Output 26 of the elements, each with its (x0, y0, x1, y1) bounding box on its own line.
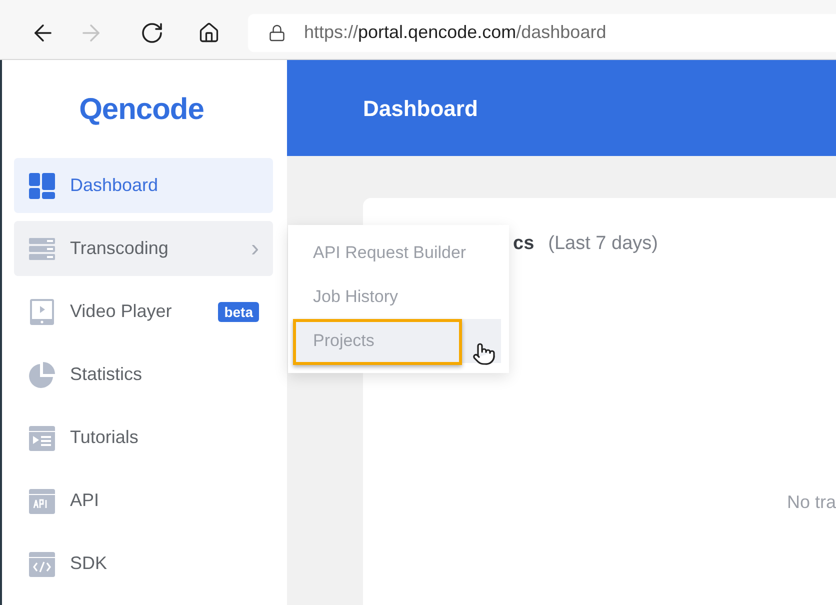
video-screen-icon (28, 298, 56, 326)
card-title: cs (513, 232, 534, 256)
reload-icon[interactable] (140, 20, 164, 44)
sidebar-item[interactable]: Video Player beta (14, 284, 273, 339)
card-subtitle: (Last 7 days) (548, 232, 658, 256)
video-list-icon (28, 424, 56, 452)
logo: Qencode (79, 92, 204, 128)
home-icon[interactable] (198, 22, 220, 44)
lock-icon (268, 24, 286, 42)
url-text: https://portal.qencode.com/dashboard (304, 21, 606, 44)
address-bar[interactable]: https://portal.qencode.com/dashboard (248, 14, 836, 52)
page-title: Dashboard (363, 94, 478, 122)
sidebar-item[interactable]: Transcoding › (14, 221, 273, 276)
sidebar-item[interactable]: Dashboard (14, 158, 273, 213)
chevron-icon: › (251, 236, 259, 260)
sidebar-item[interactable]: Statistics (14, 347, 273, 402)
empty-message: No tra (786, 490, 836, 514)
code-window-icon (28, 550, 56, 578)
hand-cursor-icon (472, 342, 496, 366)
api-window-icon (28, 486, 56, 514)
sidebar-item[interactable]: Tutorials (14, 410, 273, 465)
sidebar-item[interactable]: API (14, 473, 273, 528)
beta-badge: beta (218, 302, 259, 322)
sidebar-item[interactable]: SDK (14, 536, 273, 591)
pie-chart-icon (28, 360, 56, 388)
grid-icon (28, 172, 56, 200)
